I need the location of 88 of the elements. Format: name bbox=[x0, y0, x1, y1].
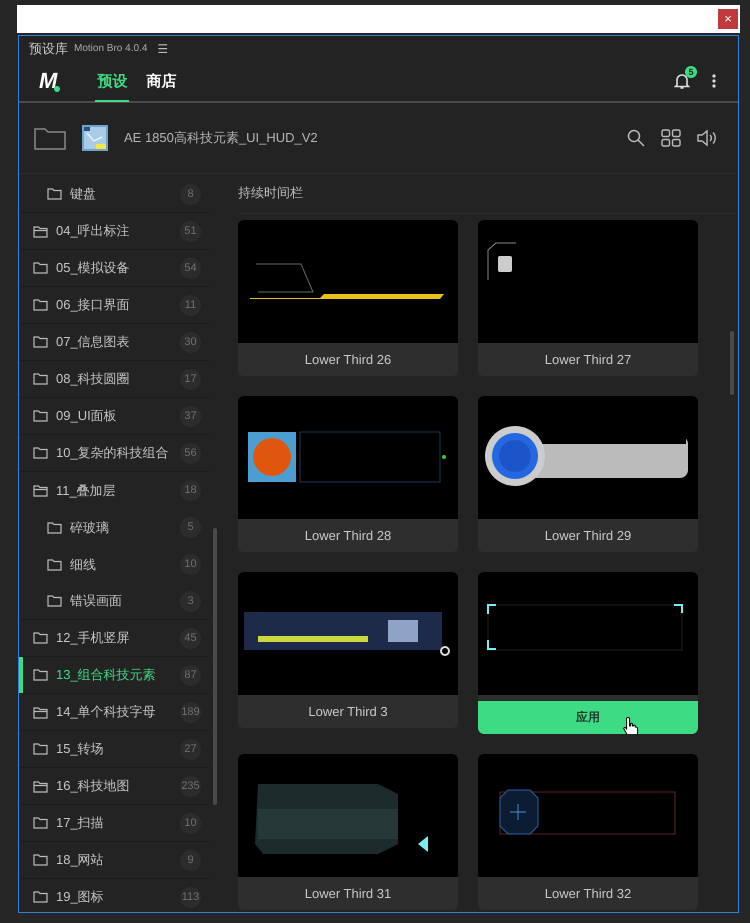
folder-icon bbox=[33, 447, 48, 459]
nav-tab[interactable]: 预设 bbox=[95, 62, 130, 102]
sidebar-item[interactable]: 错误画面 3 bbox=[19, 583, 209, 620]
preset-card[interactable]: Lower Third 26 bbox=[238, 220, 458, 376]
folder-icon bbox=[33, 817, 48, 829]
folder-icon bbox=[47, 558, 62, 570]
item-count: 10 bbox=[180, 812, 201, 834]
folder-icon bbox=[33, 669, 48, 681]
sidebar-item[interactable]: 08_科技圆圈 17 bbox=[19, 361, 209, 398]
preset-card[interactable]: Lower Third 3 bbox=[238, 572, 458, 728]
sidebar-item[interactable]: 17_扫描 10 bbox=[19, 805, 209, 842]
folder-icon bbox=[33, 262, 48, 274]
item-count: 235 bbox=[180, 776, 201, 796]
folders-icon bbox=[33, 484, 48, 497]
item-count: 3 bbox=[180, 590, 201, 612]
preset-card[interactable]: Lower Third 31 bbox=[238, 754, 458, 910]
item-count: 9 bbox=[180, 850, 201, 870]
preset-card[interactable]: Lower Third 29 bbox=[478, 396, 698, 552]
folder-icon bbox=[33, 373, 48, 385]
folder-icon bbox=[47, 522, 62, 534]
item-count: 17 bbox=[180, 368, 201, 390]
scrollbar-thumb[interactable] bbox=[213, 528, 217, 805]
item-count: 11 bbox=[180, 294, 201, 316]
sidebar-item[interactable]: 18_网站 9 bbox=[19, 842, 209, 879]
item-count: 45 bbox=[180, 628, 201, 648]
item-count: 189 bbox=[180, 702, 201, 722]
item-count: 56 bbox=[180, 442, 201, 464]
folder-icon bbox=[33, 336, 48, 348]
sidebar-item[interactable]: 05_模拟设备 54 bbox=[19, 250, 209, 287]
item-count: 27 bbox=[180, 738, 201, 760]
sidebar-item[interactable]: 07_信息图表 30 bbox=[19, 324, 209, 361]
menu-button[interactable]: ☰ bbox=[153, 42, 168, 56]
sidebar-item[interactable]: 09_UI面板 37 bbox=[19, 398, 209, 435]
section-heading: 持续时间栏 bbox=[238, 174, 738, 214]
logo: M bbox=[39, 68, 58, 94]
folder-icon bbox=[33, 891, 48, 903]
grid-icon[interactable] bbox=[661, 129, 681, 147]
preset-card[interactable]: Lower Third 32 bbox=[478, 754, 698, 910]
folder-icon bbox=[33, 410, 48, 422]
item-count: 51 bbox=[180, 220, 201, 242]
sidebar-item[interactable]: 碎玻璃 5 bbox=[19, 509, 209, 546]
preset-card[interactable]: Lower Third 28 bbox=[238, 396, 458, 552]
nav-tab[interactable]: 商店 bbox=[144, 62, 178, 102]
item-count: 5 bbox=[180, 517, 201, 538]
sidebar-item[interactable]: 12_手机竖屏 45 bbox=[19, 620, 209, 657]
folder-icon[interactable] bbox=[34, 126, 66, 150]
preset-card[interactable]: Lower Third 27 bbox=[478, 220, 698, 376]
sidebar-item[interactable]: 15_转场 27 bbox=[19, 731, 209, 768]
sidebar-item[interactable]: 19_图标 113 bbox=[19, 879, 209, 912]
bell-icon[interactable] bbox=[674, 72, 690, 90]
item-count: 30 bbox=[180, 332, 201, 352]
sidebar-item[interactable]: 13_组合科技元素 87 bbox=[19, 657, 209, 694]
folders-icon bbox=[33, 780, 48, 792]
search-icon[interactable] bbox=[627, 129, 645, 147]
panel-title: 预设库 bbox=[29, 40, 68, 58]
item-count: 87 bbox=[180, 664, 201, 686]
item-count: 113 bbox=[180, 886, 201, 908]
folder-icon bbox=[33, 743, 48, 755]
notification-badge: 5 bbox=[685, 66, 697, 78]
folder-icon bbox=[33, 299, 48, 311]
apply-button[interactable]: 应用 bbox=[478, 701, 698, 734]
more-icon[interactable] bbox=[712, 74, 716, 88]
scrollbar-thumb[interactable] bbox=[730, 331, 734, 395]
folder-icon bbox=[47, 188, 62, 200]
item-count: 18 bbox=[180, 480, 201, 501]
folder-icon bbox=[47, 595, 62, 607]
folders-icon bbox=[33, 224, 48, 238]
sidebar-item[interactable]: 04_呼出标注 51 bbox=[19, 213, 209, 250]
hand-cursor-icon bbox=[623, 716, 639, 734]
speaker-icon[interactable] bbox=[697, 129, 718, 147]
item-count: 54 bbox=[180, 258, 201, 278]
folders-icon bbox=[33, 706, 48, 718]
sidebar-item[interactable]: 06_接口界面 11 bbox=[19, 287, 209, 324]
item-count: 8 bbox=[180, 184, 201, 204]
sidebar-item[interactable]: 11_叠加层 18 bbox=[19, 472, 209, 509]
folder-icon bbox=[33, 854, 48, 866]
item-count: 37 bbox=[180, 406, 201, 426]
sidebar-item[interactable]: 键盘 8 bbox=[19, 176, 209, 213]
folder-icon bbox=[33, 632, 48, 644]
sidebar-item[interactable]: 10_复杂的科技组合 56 bbox=[19, 435, 209, 472]
item-count: 10 bbox=[180, 554, 201, 575]
close-button[interactable]: × bbox=[718, 9, 738, 29]
sidebar-item[interactable]: 16_科技地图 235 bbox=[19, 768, 209, 805]
pack-title: AE 1850高科技元素_UI_HUD_V2 bbox=[124, 129, 318, 147]
panel-version: Motion Bro 4.0.4 bbox=[74, 43, 148, 54]
sidebar-item[interactable]: 细线 10 bbox=[19, 546, 209, 583]
preset-card[interactable]: 应用 bbox=[478, 572, 698, 734]
sidebar-item[interactable]: 14_单个科技字母 189 bbox=[19, 694, 209, 731]
